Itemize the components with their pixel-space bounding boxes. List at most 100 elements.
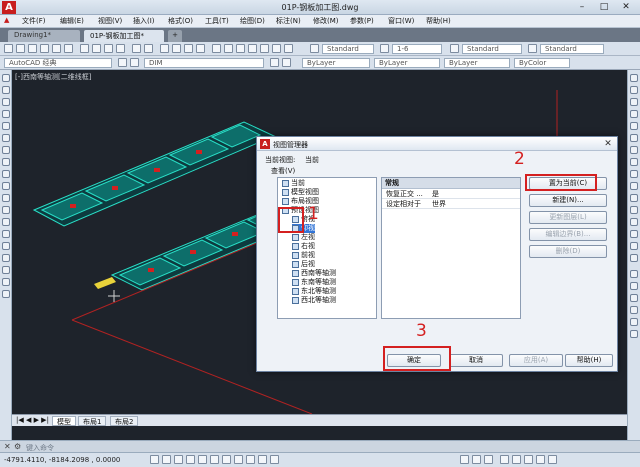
open-file-icon[interactable]	[16, 44, 25, 53]
apply-button[interactable]: 应用(A)	[509, 354, 563, 367]
menu-draw[interactable]: 绘图(D)	[240, 16, 265, 26]
arc-icon[interactable]	[2, 134, 10, 142]
preview-icon[interactable]	[52, 44, 61, 53]
lineweight-display-icon[interactable]	[258, 455, 267, 464]
tree-item-se-iso[interactable]: 东南等轴测	[292, 278, 336, 287]
trim-icon[interactable]	[630, 182, 638, 190]
mirror-icon[interactable]	[630, 98, 638, 106]
lineweight-select[interactable]: ByLayer	[444, 58, 510, 68]
dimension-radius-icon[interactable]	[630, 294, 638, 302]
quick-properties-icon[interactable]	[270, 455, 279, 464]
table-style-select[interactable]: Standard	[462, 44, 522, 54]
customize-cmdline-icon[interactable]: ⚙	[14, 442, 21, 451]
polyline-icon[interactable]	[2, 98, 10, 106]
menu-tools[interactable]: 工具(T)	[205, 16, 229, 26]
copy-icon[interactable]	[92, 44, 101, 53]
isolate-objects-icon[interactable]	[536, 455, 545, 464]
annotation-scale-icon[interactable]	[484, 455, 493, 464]
delete-view-button[interactable]: 删除(D)	[529, 245, 607, 258]
coordinate-readout[interactable]: -4791.4110, -8184.2098 , 0.0000	[4, 456, 120, 464]
object-snap-tracking-icon[interactable]	[222, 455, 231, 464]
dimension-linear-icon[interactable]	[630, 270, 638, 278]
menu-format[interactable]: 格式(O)	[168, 16, 193, 26]
model-space-icon[interactable]	[460, 455, 469, 464]
extend-icon[interactable]	[630, 194, 638, 202]
redo-icon[interactable]	[144, 44, 153, 53]
tree-item-model-views[interactable]: 模型视图	[282, 188, 319, 197]
polar-tracking-icon[interactable]	[186, 455, 195, 464]
quick-view-layouts-icon[interactable]	[472, 455, 481, 464]
line-icon[interactable]	[2, 74, 10, 82]
break-icon[interactable]	[630, 206, 638, 214]
dialog-close-button[interactable]: ✕	[601, 138, 615, 150]
prop-row-set-relative[interactable]: 设定相对于 世界	[382, 199, 520, 209]
text-style-select[interactable]: Standard	[322, 44, 374, 54]
publish-icon[interactable]	[64, 44, 73, 53]
workspace-select[interactable]: AutoCAD 经典	[4, 58, 112, 68]
make-block-icon[interactable]	[2, 218, 10, 226]
menu-dimension[interactable]: 标注(N)	[276, 16, 301, 26]
menu-parametric[interactable]: 参数(P)	[350, 16, 374, 26]
save-icon[interactable]	[28, 44, 37, 53]
tab-steel-plate-drawing[interactable]: 01P-钢板加工图*	[84, 30, 164, 42]
explode-icon[interactable]	[630, 254, 638, 262]
tree-item-sw-iso[interactable]: 西南等轴测	[292, 269, 336, 278]
plot-style-select[interactable]: ByColor	[514, 58, 570, 68]
zoom-previous-icon[interactable]	[196, 44, 205, 53]
lock-icon[interactable]	[512, 455, 521, 464]
hardware-acceleration-icon[interactable]	[524, 455, 533, 464]
point-icon[interactable]	[2, 230, 10, 238]
menu-insert[interactable]: 插入(I)	[133, 16, 155, 26]
multiline-text-icon[interactable]	[2, 290, 10, 298]
region-icon[interactable]	[2, 266, 10, 274]
menu-logo-icon[interactable]: ▲	[4, 16, 9, 24]
polygon-icon[interactable]	[2, 110, 10, 118]
tree-item-back[interactable]: 后视	[292, 260, 315, 269]
tab-model[interactable]: 模型	[52, 416, 76, 426]
tool-palettes-icon[interactable]	[236, 44, 245, 53]
minimize-button[interactable]: –	[572, 1, 592, 13]
zoom-realtime-icon[interactable]	[172, 44, 181, 53]
rotate-icon[interactable]	[630, 146, 638, 154]
revision-cloud-icon[interactable]	[2, 158, 10, 166]
help-button[interactable]: 帮助(H)	[565, 354, 613, 367]
copy-object-icon[interactable]	[630, 86, 638, 94]
erase-icon[interactable]	[630, 74, 638, 82]
dimension-angular-icon[interactable]	[630, 306, 638, 314]
ellipse-arc-icon[interactable]	[2, 194, 10, 202]
tree-item-ne-iso[interactable]: 东北等轴测	[292, 287, 336, 296]
menu-help[interactable]: 帮助(H)	[426, 16, 451, 26]
prop-row-restore-ortho[interactable]: 恢复正交 ... 是	[382, 189, 520, 199]
undo-icon[interactable]	[132, 44, 141, 53]
tab-layout1[interactable]: 布局1	[78, 416, 107, 426]
join-icon[interactable]	[630, 218, 638, 226]
leader-icon[interactable]	[630, 318, 638, 326]
hatch-icon[interactable]	[2, 242, 10, 250]
match-properties-icon[interactable]	[116, 44, 125, 53]
view-tree[interactable]: 当前 模型视图 布局视图 预设视图 俯视 仰视 左视 右视 前视 后视 西南等轴…	[277, 177, 377, 319]
layer-manager-icon[interactable]	[118, 58, 127, 67]
close-button[interactable]: ✕	[616, 1, 636, 13]
properties-icon[interactable]	[212, 44, 221, 53]
calculator-icon[interactable]	[272, 44, 281, 53]
pan-icon[interactable]	[160, 44, 169, 53]
new-view-button[interactable]: 新建(N)...	[529, 194, 607, 207]
dimension-aligned-icon[interactable]	[630, 282, 638, 290]
layout-nav-arrows[interactable]: |◀ ◀ ▶ ▶|	[16, 416, 49, 424]
tree-item-left[interactable]: 左视	[292, 233, 315, 242]
print-icon[interactable]	[40, 44, 49, 53]
snap-mode-icon[interactable]	[150, 455, 159, 464]
move-icon[interactable]	[630, 134, 638, 142]
make-current-layer-icon[interactable]	[270, 58, 279, 67]
circle-icon[interactable]	[2, 146, 10, 154]
menu-edit[interactable]: 编辑(E)	[60, 16, 84, 26]
update-layers-button[interactable]: 更新图层(L)	[529, 211, 607, 224]
table-icon[interactable]	[2, 278, 10, 286]
offset-icon[interactable]	[630, 110, 638, 118]
tree-item-nw-iso[interactable]: 西北等轴测	[292, 296, 336, 305]
dynamic-ucs-icon[interactable]	[234, 455, 243, 464]
workspace-switch-icon[interactable]	[500, 455, 509, 464]
stretch-icon[interactable]	[630, 170, 638, 178]
help-icon[interactable]	[284, 44, 293, 53]
layer-state-icon[interactable]	[130, 58, 139, 67]
